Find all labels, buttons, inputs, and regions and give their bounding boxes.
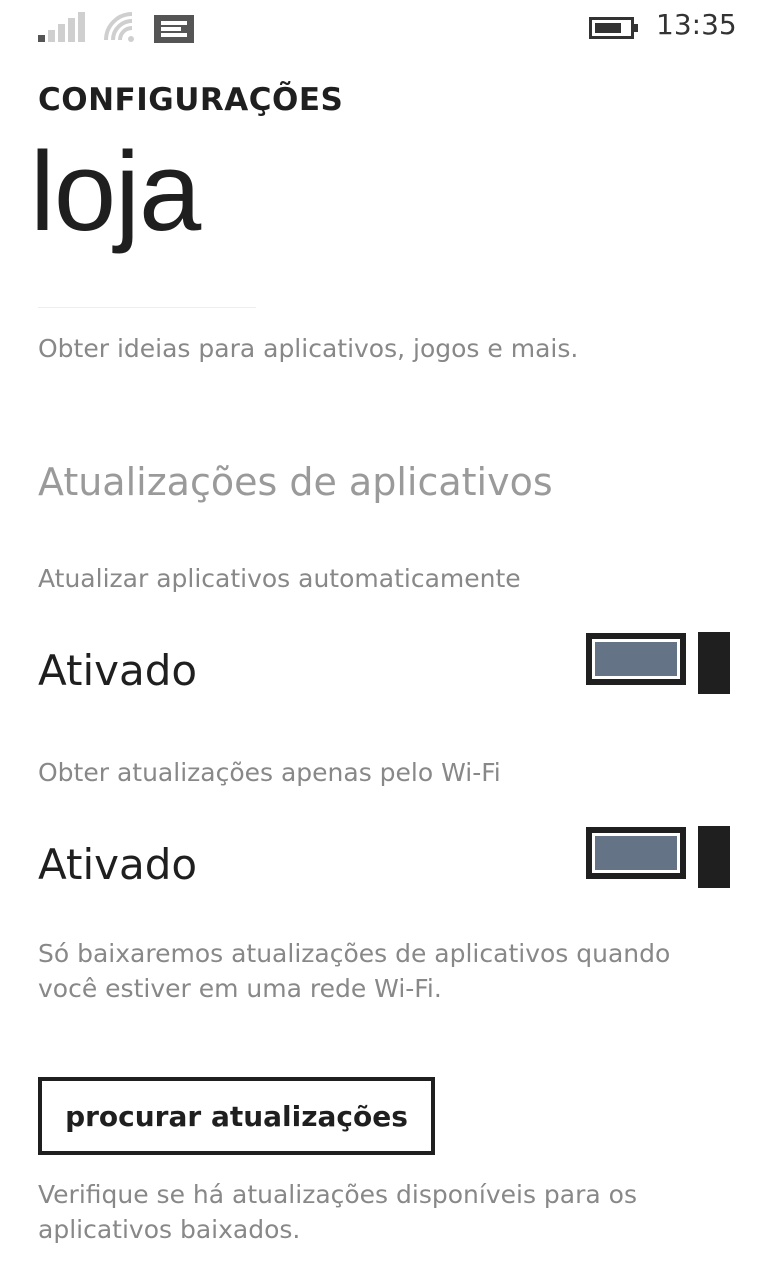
- settings-header: CONFIGURAÇÕES: [38, 82, 344, 118]
- wifi-icon: [104, 12, 138, 42]
- tips-link[interactable]: Obter ideias para aplicativos, jogos e m…: [38, 334, 578, 363]
- toggle-thumb[interactable]: [698, 826, 730, 888]
- divider: [38, 307, 256, 308]
- wifi-only-description: Só baixaremos atualizações de aplicativo…: [38, 939, 671, 1003]
- auto-update-label: Atualizar aplicativos automaticamente: [38, 564, 521, 593]
- check-updates-description: Verifique se há atualizações disponíveis…: [38, 1180, 637, 1244]
- notification-icon: [154, 15, 194, 43]
- auto-update-toggle[interactable]: [586, 632, 730, 694]
- signal-icon: [38, 12, 86, 42]
- battery-icon: [589, 17, 639, 39]
- status-bar: 13:35: [0, 0, 768, 56]
- auto-update-status: Ativado: [38, 646, 198, 695]
- check-updates-button[interactable]: procurar atualizações: [38, 1077, 435, 1155]
- toggle-fill: [595, 642, 677, 676]
- wifi-only-status: Ativado: [38, 840, 198, 889]
- app-updates-section-title: Atualizações de aplicativos: [38, 460, 553, 504]
- toggle-thumb[interactable]: [698, 632, 730, 694]
- toggle-fill: [595, 836, 677, 870]
- page-title: loja: [30, 129, 201, 254]
- wifi-only-toggle[interactable]: [586, 826, 730, 888]
- status-time: 13:35: [656, 8, 737, 41]
- wifi-only-label: Obter atualizações apenas pelo Wi-Fi: [38, 758, 501, 787]
